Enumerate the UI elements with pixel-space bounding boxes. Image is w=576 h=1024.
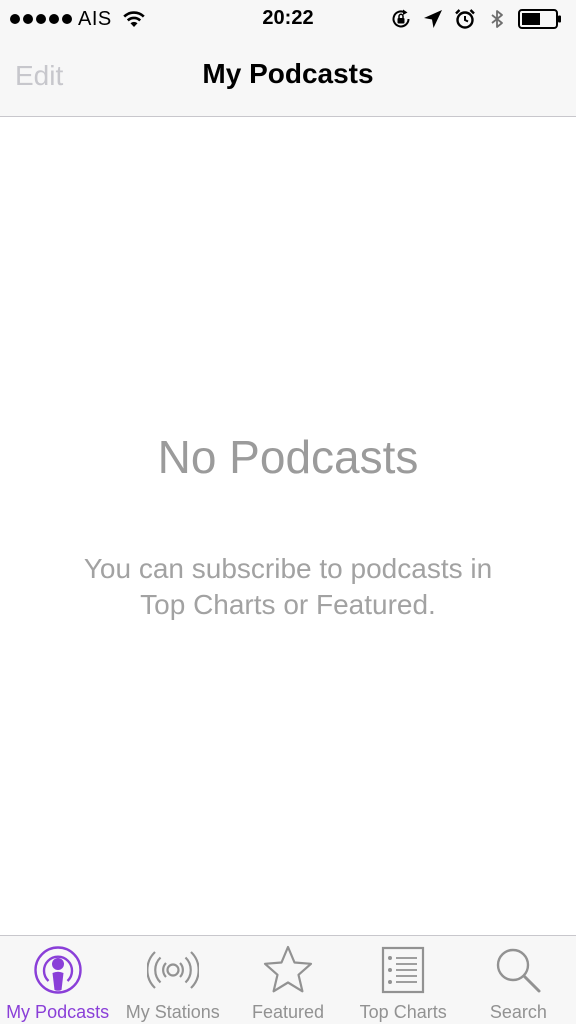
tab-bar: My Podcasts My Stations Featured Top Cha… — [0, 935, 576, 1024]
empty-state-message-line1: You can subscribe to podcasts in — [83, 553, 493, 584]
bluetooth-icon — [491, 10, 503, 28]
tab-label: Top Charts — [359, 1002, 447, 1022]
navigation-bar: Edit My Podcasts — [0, 40, 576, 117]
page-title: My Podcasts — [202, 58, 374, 89]
podcast-list-area[interactable]: No Podcasts You can subscribe to podcast… — [0, 117, 576, 935]
empty-state-message-line2: Top Charts or Featured. — [140, 589, 436, 620]
tab-label: Search — [489, 1002, 547, 1022]
star-icon — [263, 945, 313, 993]
tab-label: My Stations — [125, 1002, 220, 1022]
status-right — [390, 8, 564, 30]
tab-my-podcasts[interactable]: My Podcasts — [0, 936, 115, 1024]
empty-state-title: No Podcasts — [157, 431, 419, 483]
tab-featured[interactable]: Featured — [230, 936, 345, 1024]
screen: AIS 20:22 Edit My Podcasts No Podcasts Y… — [0, 0, 576, 1024]
podcast-icon — [33, 946, 82, 994]
location-arrow-icon — [424, 10, 442, 28]
tab-my-stations[interactable]: My Stations — [115, 936, 230, 1024]
tab-search[interactable]: Search — [461, 936, 576, 1024]
battery-icon — [518, 9, 561, 29]
alarm-icon — [455, 9, 475, 29]
search-icon — [497, 948, 541, 993]
list-icon — [382, 946, 425, 994]
empty-state-message: You can subscribe to podcasts in Top Cha… — [40, 551, 536, 623]
tab-label: My Podcasts — [6, 1002, 110, 1022]
orientation-lock-icon — [392, 9, 410, 28]
status-bar: AIS 20:22 — [0, 0, 576, 40]
tab-top-charts[interactable]: Top Charts — [346, 936, 461, 1024]
stations-icon — [146, 951, 199, 989]
tab-label: Featured — [251, 1002, 325, 1022]
